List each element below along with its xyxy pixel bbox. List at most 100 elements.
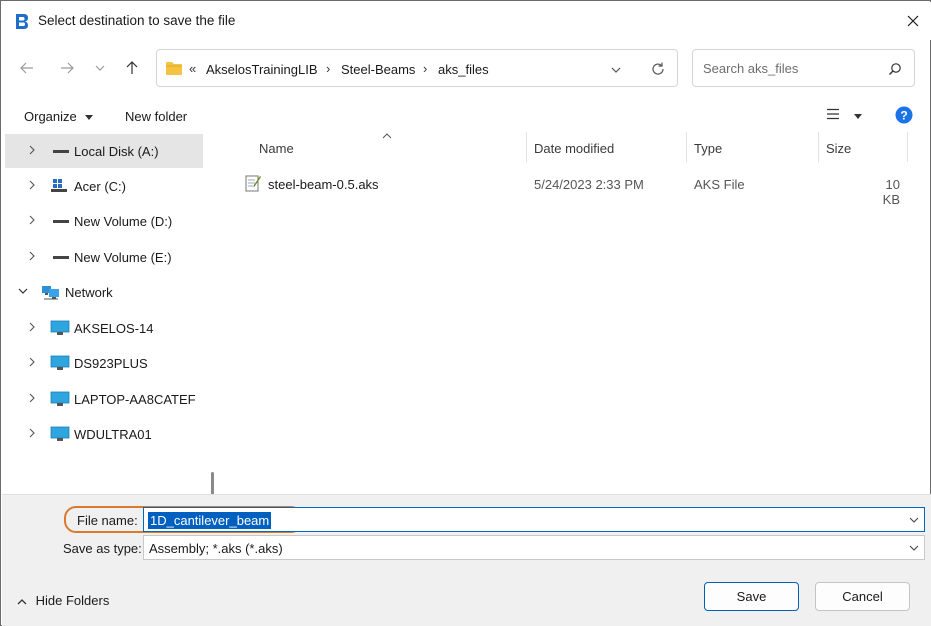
sidebar-item-label: Network (65, 285, 113, 300)
recent-locations-button[interactable] (86, 54, 114, 82)
chevron-right-icon[interactable] (27, 357, 37, 367)
sidebar-item-laptop-aa8catef[interactable]: LAPTOP-AA8CATEF (5, 382, 203, 416)
svg-text:?: ? (900, 109, 907, 123)
folder-icon (166, 62, 182, 75)
title-bar: Select destination to save the file (2, 2, 931, 40)
chevron-right-icon[interactable] (27, 215, 37, 225)
sidebar-item-label: New Volume (E:) (74, 250, 172, 265)
sidebar-item-acer-c[interactable]: Acer (C:) (5, 169, 203, 203)
address-bar[interactable]: « AkselosTrainingLIB › Steel-Beams › aks… (156, 49, 678, 87)
sidebar-item-label: Local Disk (A:) (74, 144, 159, 159)
computer-icon (50, 426, 70, 441)
chevron-down-icon[interactable] (18, 286, 28, 296)
file-name-input[interactable]: 1D_cantilever_beam (148, 512, 272, 529)
chevron-down-icon[interactable] (908, 514, 920, 526)
list-view-icon (827, 108, 839, 120)
help-icon[interactable]: ? (895, 106, 913, 124)
column-divider[interactable] (907, 132, 908, 162)
aks-file-icon (245, 175, 261, 192)
file-list: Name Date modified Type Size steel-beam-… (221, 132, 929, 494)
chevron-down-icon (95, 65, 105, 71)
breadcrumb-item-steel-beams[interactable]: Steel-Beams (341, 62, 415, 77)
column-header-size[interactable]: Size (826, 141, 851, 156)
new-folder-button[interactable]: New folder (125, 109, 187, 124)
organize-button[interactable]: Organize (24, 109, 94, 124)
chevron-down-icon[interactable] (610, 64, 622, 76)
breadcrumb-separator: › (326, 61, 331, 76)
breadcrumb-separator: › (423, 61, 428, 76)
column-divider[interactable] (818, 132, 819, 162)
chevron-right-icon[interactable] (27, 251, 37, 261)
file-name: steel-beam-0.5.aks (268, 177, 379, 192)
view-options-button[interactable] (826, 108, 862, 123)
file-date-modified: 5/24/2023 2:33 PM (534, 177, 644, 192)
close-icon (907, 15, 919, 27)
chevron-right-icon[interactable] (27, 180, 37, 190)
back-button[interactable] (13, 54, 41, 82)
chevron-right-icon[interactable] (27, 393, 37, 403)
column-divider[interactable] (686, 132, 687, 162)
chevron-up-icon (17, 598, 27, 605)
sidebar-item-akselos-14[interactable]: AKSELOS-14 (5, 311, 203, 345)
breadcrumb-overflow[interactable]: « (189, 61, 196, 76)
navigation-pane: Local Disk (A:) Acer (C:) New Volume (D:… (2, 132, 221, 607)
sidebar-item-label: DS923PLUS (74, 356, 148, 371)
save-type-select[interactable]: Assembly; *.aks (*.aks) (143, 535, 925, 560)
sidebar-item-local-disk-a[interactable]: Local Disk (A:) (5, 134, 203, 168)
computer-icon (50, 320, 70, 335)
save-button[interactable]: Save (704, 582, 799, 611)
chevron-right-icon[interactable] (27, 145, 37, 155)
sidebar-item-ds923plus[interactable]: DS923PLUS (5, 346, 203, 380)
file-name-label: File name: (77, 513, 138, 528)
sidebar-item-label: WDULTRA01 (74, 427, 152, 442)
column-divider[interactable] (526, 132, 527, 162)
file-type: AKS File (694, 177, 745, 192)
sidebar-item-wdultra01[interactable]: WDULTRA01 (5, 417, 203, 451)
sidebar-item-label: New Volume (D:) (74, 214, 173, 229)
chevron-down-icon[interactable] (908, 542, 920, 554)
caret-down-icon (853, 114, 862, 119)
save-type-label: Save as type: (63, 541, 142, 556)
sidebar-item-label: Acer (C:) (74, 179, 126, 194)
breadcrumb-item-aks-files[interactable]: aks_files (438, 62, 489, 77)
chevron-right-icon[interactable] (27, 428, 37, 438)
hide-folders-button[interactable]: Hide Folders (16, 593, 109, 608)
save-dialog: Select destination to save the file « Ak… (0, 0, 931, 626)
drive-icon (53, 256, 69, 259)
sidebar-item-new-volume-d[interactable]: New Volume (D:) (5, 204, 203, 238)
refresh-icon[interactable] (650, 61, 666, 77)
column-header-name[interactable]: Name (259, 141, 294, 156)
organize-label: Organize (24, 109, 77, 124)
column-header-date-modified[interactable]: Date modified (534, 141, 614, 156)
window-title: Select destination to save the file (38, 13, 236, 28)
search-input[interactable]: Search aks_files (703, 61, 798, 76)
chevron-right-icon[interactable] (27, 322, 37, 332)
arrow-up-icon (126, 61, 138, 74)
file-size: 10 KB (882, 177, 900, 207)
sidebar-item-new-volume-e[interactable]: New Volume (E:) (5, 240, 203, 274)
drive-icon (53, 220, 69, 223)
sort-ascending-icon (382, 133, 392, 139)
up-button[interactable] (118, 54, 146, 82)
close-button[interactable] (897, 7, 929, 35)
hide-folders-label: Hide Folders (35, 593, 110, 608)
network-icon (42, 286, 59, 300)
sidebar-item-label: LAPTOP-AA8CATEF (74, 392, 196, 407)
breadcrumb-item-akselostraininglib[interactable]: AkselosTrainingLIB (206, 62, 318, 77)
computer-icon (50, 355, 70, 370)
save-options-area: File name: 1D_cantilever_beam Save as ty… (2, 494, 931, 626)
drive-icon (53, 150, 69, 153)
sidebar-item-network[interactable]: Network (5, 275, 203, 309)
table-row[interactable]: steel-beam-0.5.aks 5/24/2023 2:33 PM AKS… (241, 170, 909, 207)
search-box[interactable]: Search aks_files (692, 49, 915, 87)
sidebar-item-label: AKSELOS-14 (74, 321, 154, 336)
app-logo-icon (16, 14, 28, 29)
file-name-field[interactable]: 1D_cantilever_beam (143, 507, 925, 532)
computer-icon (50, 391, 70, 406)
save-type-value: Assembly; *.aks (*.aks) (149, 541, 283, 556)
column-header-type[interactable]: Type (694, 141, 722, 156)
arrow-left-icon (20, 62, 33, 74)
cancel-button[interactable]: Cancel (815, 582, 910, 611)
caret-down-icon (85, 114, 94, 120)
forward-button[interactable] (53, 54, 81, 82)
